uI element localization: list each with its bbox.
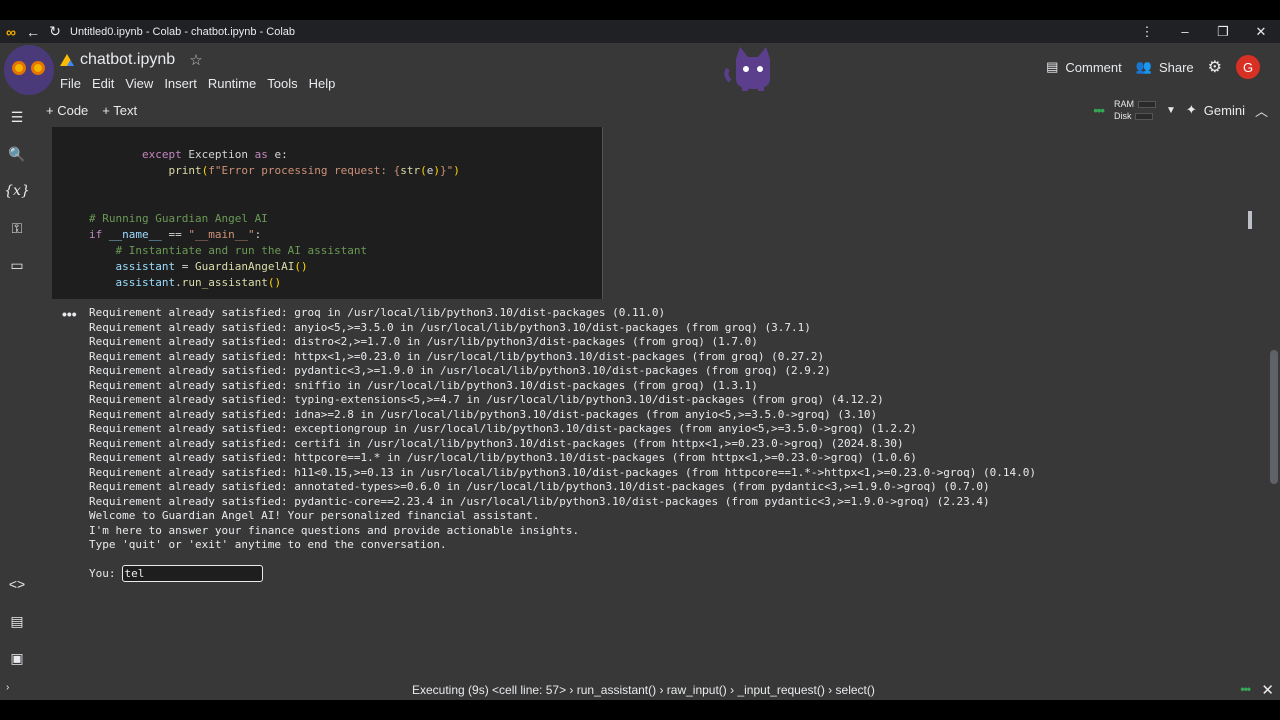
notebook-name[interactable]: chatbot.ipynb xyxy=(80,51,175,69)
resource-monitor[interactable]: RAM Disk xyxy=(1114,98,1156,122)
output-line: Requirement already satisfied: pydantic-… xyxy=(89,494,990,508)
comment-button[interactable]: ▤ Comment xyxy=(1046,59,1122,75)
menu-bar: File Edit View Insert Runtime Tools Help xyxy=(60,76,335,91)
back-arrow-icon[interactable]: ← xyxy=(22,20,44,43)
reload-icon[interactable]: ↻ xyxy=(44,20,66,43)
code-cell-empty-area xyxy=(602,127,1266,299)
comment-icon: ▤ xyxy=(1046,59,1059,74)
close-status-icon[interactable]: ✕ xyxy=(1261,681,1274,699)
logo-eye-right xyxy=(31,61,45,75)
search-icon[interactable]: 🔍 xyxy=(6,143,28,165)
colab-logo[interactable] xyxy=(4,45,54,95)
terminal-icon[interactable]: ▣ xyxy=(6,647,28,669)
colab-infinity-icon: ∞ xyxy=(6,23,16,40)
user-input-field[interactable] xyxy=(121,565,263,582)
disk-label: Disk xyxy=(1113,111,1132,121)
page-scrollbar[interactable] xyxy=(1270,350,1278,484)
output-line: Requirement already satisfied: groq in /… xyxy=(89,306,666,319)
add-text-button[interactable]: + Text xyxy=(102,103,137,118)
menu-insert[interactable]: Insert xyxy=(164,76,197,91)
output-line: Requirement already satisfied: distro<2,… xyxy=(89,335,758,348)
gemini-label: Gemini xyxy=(1203,102,1245,118)
execution-status: Executing (9s) <cell line: 57> › run_ass… xyxy=(412,683,875,697)
share-button[interactable]: 👥 Share xyxy=(1136,59,1194,75)
status-dots-icon: ••• xyxy=(1240,682,1251,696)
menu-help[interactable]: Help xyxy=(309,76,336,91)
colab-header: chatbot.ipynb ☆ File Edit View Insert Ru… xyxy=(0,43,1280,97)
cat-mascot-icon xyxy=(724,47,770,91)
output-line: Requirement already satisfied: idna>=2.8… xyxy=(89,407,878,421)
menu-file[interactable]: File xyxy=(60,76,81,91)
minimize-icon[interactable]: – xyxy=(1166,24,1204,39)
variables-icon[interactable]: {x} xyxy=(4,180,30,202)
settings-gear-icon[interactable]: ⚙ xyxy=(1208,57,1222,77)
output-line: Requirement already satisfied: typing-ex… xyxy=(89,393,884,406)
code-line-8: assistant = GuardianAngelAI() xyxy=(115,260,308,273)
output-line: Requirement already satisfied: certifi i… xyxy=(89,436,904,450)
notebook-toolbar: + Code + Text ••• RAM Disk ▼ ✦ Gemini ︿ xyxy=(34,97,1280,123)
add-code-button[interactable]: + Code xyxy=(46,103,88,118)
code-line-9: assistant.run_assistant() xyxy=(115,276,282,289)
status-bar: › Executing (9s) <cell line: 57> › run_a… xyxy=(0,680,1280,700)
code-line-1: except Exception as e: xyxy=(141,148,288,161)
code-line-5: # Running Guardian Angel AI xyxy=(89,212,268,225)
gemini-sparkle-icon: ✦ xyxy=(1185,102,1197,117)
code-line-7: # Instantiate and run the AI assistant xyxy=(115,244,368,257)
output-line: Requirement already satisfied: exception… xyxy=(89,422,917,435)
more-menu-icon[interactable]: ⋮ xyxy=(1128,24,1166,40)
account-avatar[interactable]: G xyxy=(1236,55,1260,79)
code-snippets-icon[interactable]: <> xyxy=(6,573,28,595)
output-line: Requirement already satisfied: httpcore=… xyxy=(89,451,917,464)
menu-view[interactable]: View xyxy=(125,76,153,91)
connected-status-icon: ••• xyxy=(1093,102,1105,118)
menu-runtime[interactable]: Runtime xyxy=(208,76,256,91)
cell-output: Requirement already satisfied: groq in /… xyxy=(52,302,1266,680)
browser-titlebar: ∞ ← ↻ Untitled0.ipynb - Colab - chatbot.… xyxy=(0,20,1280,43)
code-cell-editor[interactable]: except Exception as e: print(f"Error pro… xyxy=(52,127,602,299)
ram-label: RAM xyxy=(1113,99,1134,109)
output-line: Welcome to Guardian Angel AI! Your perso… xyxy=(89,509,540,522)
disk-meter xyxy=(1135,113,1154,121)
runtime-dropdown-icon[interactable]: ▼ xyxy=(1166,105,1176,116)
secrets-key-icon[interactable]: ⚿ xyxy=(6,217,28,239)
restore-icon[interactable]: ❐ xyxy=(1204,24,1242,40)
code-scroll-marker xyxy=(1248,211,1252,229)
logo-eye-left xyxy=(12,61,26,75)
output-line: Requirement already satisfied: h11<0.15,… xyxy=(89,465,1037,479)
command-palette-icon[interactable]: ▤ xyxy=(6,610,28,632)
share-people-icon: 👥 xyxy=(1135,59,1152,74)
share-label: Share xyxy=(1158,59,1194,75)
files-folder-icon[interactable]: ▭ xyxy=(6,254,28,276)
code-line-6: if __name__ == "__main__": xyxy=(89,228,262,241)
output-line: Requirement already satisfied: httpx<1,>… xyxy=(89,349,825,363)
ram-meter xyxy=(1137,101,1156,109)
collapse-header-icon[interactable]: ︿ xyxy=(1255,101,1268,120)
menu-edit[interactable]: Edit xyxy=(92,76,114,91)
output-line: Requirement already satisfied: sniffio i… xyxy=(89,378,758,392)
window-title: Untitled0.ipynb - Colab - chatbot.ipynb … xyxy=(70,25,296,38)
input-prompt: You: xyxy=(89,565,263,582)
code-line-2: print(f"Error processing request: {str(e… xyxy=(168,164,460,177)
gemini-button[interactable]: ✦ Gemini xyxy=(1186,102,1245,118)
colab-window: ∞ ← ↻ Untitled0.ipynb - Colab - chatbot.… xyxy=(0,20,1280,700)
output-line: Type 'quit' or 'exit' anytime to end the… xyxy=(89,538,447,551)
prompt-label: You: xyxy=(89,567,116,580)
close-window-icon[interactable]: ✕ xyxy=(1242,24,1280,40)
output-line: Requirement already satisfied: pydantic<… xyxy=(89,364,831,377)
expand-caret-icon[interactable]: › xyxy=(6,682,9,693)
menu-tools[interactable]: Tools xyxy=(267,76,297,91)
drive-icon xyxy=(60,54,74,66)
output-line: I'm here to answer your finance question… xyxy=(89,523,580,537)
comment-label: Comment xyxy=(1065,59,1122,75)
table-of-contents-icon[interactable]: ☰ xyxy=(6,106,28,128)
output-line: Requirement already satisfied: anyio<5,>… xyxy=(89,320,811,334)
left-sidebar: ☰ 🔍 {x} ⚿ ▭ <> ▤ ▣ xyxy=(0,97,34,680)
star-icon[interactable]: ☆ xyxy=(189,51,202,69)
output-line: Requirement already satisfied: annotated… xyxy=(89,480,990,493)
